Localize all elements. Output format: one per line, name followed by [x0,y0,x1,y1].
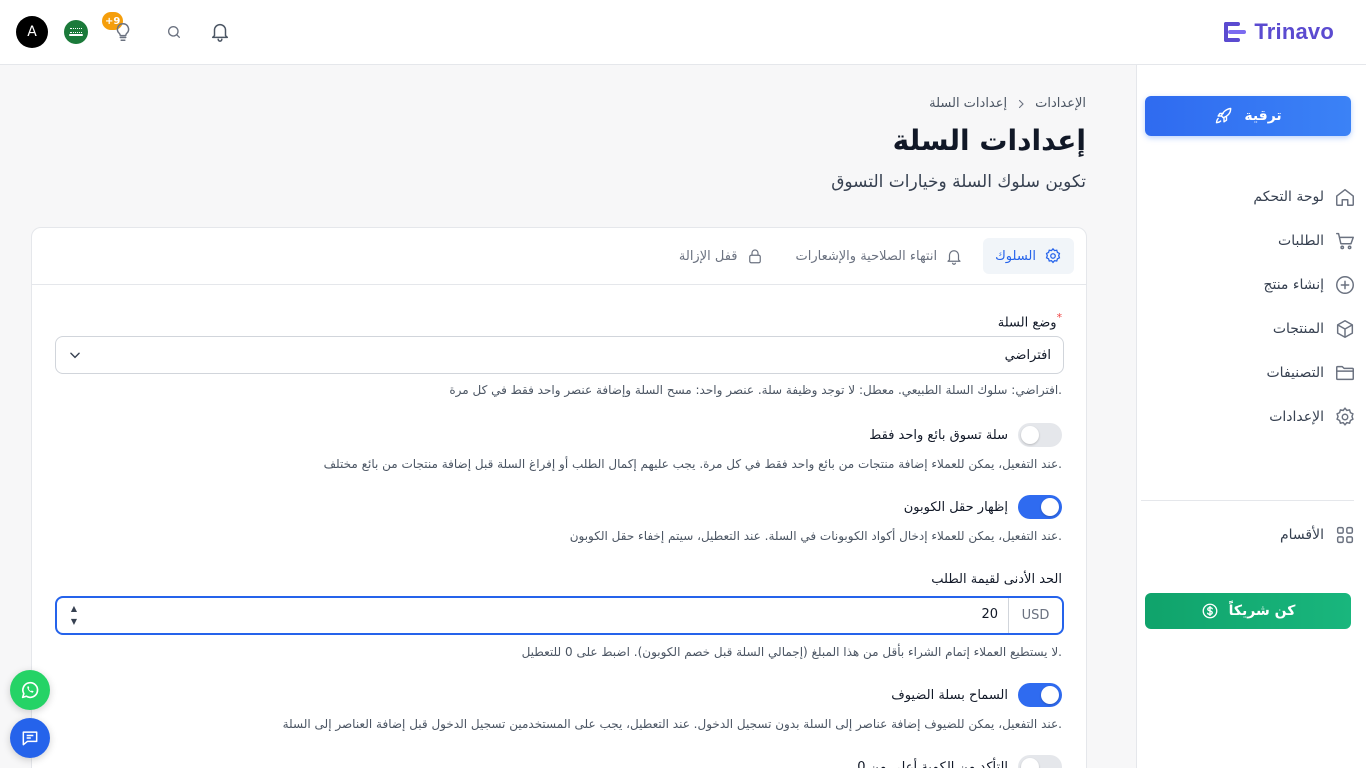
upgrade-label: ترقية [1244,108,1282,124]
home-icon [1336,188,1354,206]
brand-logo[interactable]: Trinavo [1222,18,1334,46]
cart-icon [1336,232,1354,250]
caret-down-icon[interactable]: ▼ [71,617,77,626]
single-vendor-label: سلة تسوق بائع واحد فقط [869,427,1008,443]
plus-circle-icon [1336,276,1354,294]
currency-suffix: USD [1008,598,1062,633]
chat-icon [22,731,38,746]
show-coupon-toggle[interactable] [1018,495,1062,519]
sidebar-item-label: المنتجات [1272,321,1324,337]
tab-label: انتهاء الصلاحية والإشعارات [795,248,938,264]
min-order-help: لا يستطيع العملاء إتمام الشراء بأقل من ه… [521,645,1062,659]
cart-mode-select[interactable]: افتراضي [55,336,1064,374]
box-icon [1336,320,1354,338]
cart-mode-label: وضع السلة* [998,311,1062,330]
sidebar: ترقية لوحة التحكم الطلبات إنشاء منتج الم… [1136,65,1366,768]
gear-icon [1045,247,1061,264]
become-partner-button[interactable]: كن شريكاً [1145,593,1351,629]
show-coupon-row: إظهار حقل الكوبون [904,495,1062,519]
breadcrumb-root[interactable]: الإعدادات [1035,96,1086,111]
sidebar-divider [1141,500,1354,501]
whatsapp-button[interactable] [10,670,50,710]
tab-expiry-notifications[interactable]: انتهاء الصلاحية والإشعارات [784,238,976,274]
breadcrumb-current: إعدادات السلة [929,96,1008,111]
upgrade-button[interactable]: ترقية [1145,96,1351,136]
sidebar-item-products[interactable]: المنتجات [1156,307,1356,351]
sidebar-item-label: الطلبات [1278,233,1324,249]
tab-removal-lock[interactable]: قفل الإزالة [667,238,776,274]
bell-icon[interactable] [209,20,231,42]
logo-text: Trinavo [1254,19,1334,44]
folder-icon [1336,365,1354,381]
user-avatar[interactable]: A [16,16,48,48]
sidebar-item-label: إنشاء منتج [1263,277,1324,293]
bell-icon [947,250,961,265]
show-coupon-label: إظهار حقل الكوبون [903,499,1008,515]
lightbulb-icon[interactable] [112,20,134,44]
sidebar-item-dashboard[interactable]: لوحة التحكم [1156,175,1356,219]
single-vendor-help: عند التفعيل، يمكن للعملاء إضافة منتجات م… [323,457,1062,471]
sidebar-nav: لوحة التحكم الطلبات إنشاء منتج المنتجات … [1156,175,1356,439]
tab-behavior[interactable]: السلوك [983,238,1074,274]
field-label: وضع السلة [997,315,1057,331]
sidebar-item-label: الإعدادات [1269,409,1324,425]
min-order-input[interactable]: ▲ ▼ 20 USD [55,596,1064,635]
min-order-label: الحد الأدنى لقيمة الطلب [931,572,1062,587]
search-icon[interactable] [166,24,182,40]
settings-tabs: السلوك انتهاء الصلاحية والإشعارات قفل ال… [667,238,1074,274]
settings-card: السلوك انتهاء الصلاحية والإشعارات قفل ال… [31,227,1087,768]
sidebar-sections: الأقسام [1156,513,1356,557]
sidebar-item-sections[interactable]: الأقسام [1156,513,1356,557]
chevron-down-icon [70,352,80,359]
whatsapp-icon [21,681,39,699]
guest-cart-label: السماح بسلة الضيوف [891,687,1008,703]
cart-mode-help: افتراضي: سلوك السلة الطبيعي. معطل: لا تو… [449,383,1062,397]
sidebar-item-settings[interactable]: الإعدادات [1156,395,1356,439]
page-subtitle: تكوين سلوك السلة وخيارات التسوق [831,172,1086,192]
sidebar-item-label: التصنيفات [1266,365,1325,381]
sidebar-item-categories[interactable]: التصنيفات [1156,351,1356,395]
sidebar-item-label: الأقسام [1280,527,1324,543]
qty-check-row: التأكد من الكمية أعلى من 0 [857,755,1062,768]
guest-cart-row: السماح بسلة الضيوف [891,683,1062,707]
tab-label: السلوك [995,248,1036,264]
single-vendor-toggle[interactable] [1018,423,1062,447]
tab-label: قفل الإزالة [678,248,738,264]
tabs-divider [32,284,1086,285]
guest-cart-help: عند التفعيل، يمكن للضيوف إضافة عناصر إلى… [282,717,1062,731]
cart-mode-value: افتراضي [1004,347,1051,363]
caret-up-icon[interactable]: ▲ [71,604,77,613]
grid-icon [1336,526,1354,544]
saudi-flag-icon[interactable] [64,20,88,44]
top-bar: A +9 Trinavo [0,0,1366,65]
show-coupon-help: عند التفعيل، يمكن للعملاء إدخال أكواد ال… [569,529,1062,543]
partner-label: كن شريكاً [1228,603,1296,619]
lock-icon [748,249,761,264]
dollar-circle-icon [1202,603,1218,619]
min-order-value: 20 [981,607,998,622]
number-spinner[interactable]: ▲ ▼ [67,602,81,628]
single-vendor-row: سلة تسوق بائع واحد فقط [869,423,1062,447]
page-title: إعدادات السلة [892,124,1086,157]
sidebar-item-orders[interactable]: الطلبات [1156,219,1356,263]
gear-icon [1336,407,1354,426]
sidebar-item-create-product[interactable]: إنشاء منتج [1156,263,1356,307]
breadcrumb: الإعدادات إعدادات السلة [929,96,1086,111]
qty-check-toggle[interactable] [1018,755,1062,768]
logo-mark-icon [1224,22,1247,42]
support-chat-button[interactable] [10,718,50,758]
chevron-left-icon [1019,99,1024,108]
required-mark: * [1056,311,1062,324]
sidebar-item-label: لوحة التحكم [1253,189,1324,205]
guest-cart-toggle[interactable] [1018,683,1062,707]
qty-check-label: التأكد من الكمية أعلى من 0 [857,759,1008,768]
rocket-icon [1216,107,1232,124]
